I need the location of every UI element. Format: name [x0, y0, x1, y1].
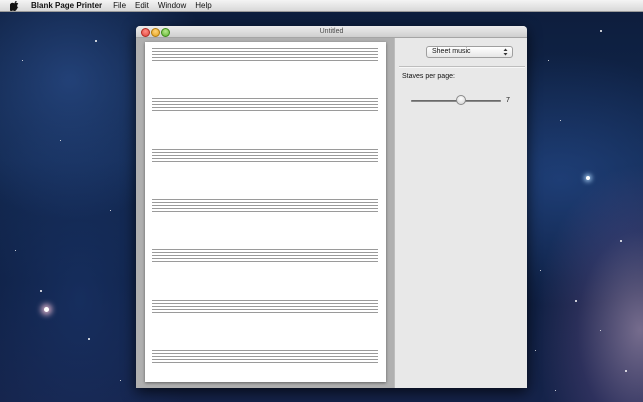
- staves-value: 7: [506, 97, 510, 104]
- staff-line: [152, 158, 378, 159]
- music-staff: [152, 350, 378, 363]
- staff-line: [152, 57, 378, 58]
- star: [600, 30, 602, 32]
- staff-line: [152, 101, 378, 102]
- star: [15, 250, 16, 251]
- staff-line: [152, 98, 378, 99]
- staff-line: [152, 110, 378, 111]
- staff-line: [152, 202, 378, 203]
- star: [120, 380, 121, 381]
- staff-line: [152, 205, 378, 206]
- star: [560, 120, 561, 121]
- staff-line: [152, 258, 378, 259]
- staff-line: [152, 208, 378, 209]
- staves-slider-knob[interactable]: [456, 95, 466, 105]
- staff-line: [152, 309, 378, 310]
- staff-line: [152, 149, 378, 150]
- star: [95, 40, 97, 42]
- star: [548, 60, 549, 61]
- music-staff: [152, 149, 378, 162]
- menu-help[interactable]: Help: [195, 0, 211, 11]
- star: [625, 370, 627, 372]
- staff-line: [152, 356, 378, 357]
- menu-bar: Blank Page Printer File Edit Window Help: [0, 0, 643, 12]
- staff-line: [152, 54, 378, 55]
- paper-sheet: [145, 42, 386, 382]
- staff-line: [152, 312, 378, 313]
- staff-line: [152, 104, 378, 105]
- staff-line: [152, 155, 378, 156]
- star: [600, 330, 601, 331]
- staff-line: [152, 362, 378, 363]
- star: [620, 240, 622, 242]
- menu-window[interactable]: Window: [158, 0, 186, 11]
- paper-type-value: Sheet music: [432, 48, 471, 55]
- staff-line: [152, 107, 378, 108]
- staff-line: [152, 252, 378, 253]
- music-staff: [152, 249, 378, 262]
- staff-line: [152, 303, 378, 304]
- music-staff: [152, 48, 378, 61]
- star: [540, 270, 541, 271]
- paper-type-popup[interactable]: Sheet music: [426, 46, 513, 58]
- menu-edit[interactable]: Edit: [135, 0, 149, 11]
- apple-menu-icon[interactable]: [10, 0, 19, 11]
- staff-line: [152, 255, 378, 256]
- panel-divider: [399, 66, 525, 68]
- page-preview: [136, 38, 394, 388]
- staff-line: [152, 359, 378, 360]
- staff-line: [152, 211, 378, 212]
- star: [40, 290, 42, 292]
- window-title: Untitled: [319, 28, 344, 35]
- staves-per-page-label: Staves per page:: [402, 73, 455, 80]
- staff-line: [152, 350, 378, 351]
- star: [60, 140, 61, 141]
- music-staff: [152, 199, 378, 212]
- star: [44, 307, 49, 312]
- staff-line: [152, 300, 378, 301]
- star: [535, 350, 536, 351]
- staff-line: [152, 60, 378, 61]
- star: [555, 390, 556, 391]
- staff-line: [152, 48, 378, 49]
- music-staff: [152, 98, 378, 111]
- star: [110, 210, 111, 211]
- star: [88, 338, 90, 340]
- title-bar[interactable]: Untitled: [136, 26, 527, 38]
- staff-line: [152, 353, 378, 354]
- options-panel: Sheet music Staves per page: 7: [394, 38, 527, 388]
- staff-line: [152, 152, 378, 153]
- staff-line: [152, 161, 378, 162]
- staff-line: [152, 261, 378, 262]
- star: [575, 300, 577, 302]
- staff-line: [152, 306, 378, 307]
- star: [586, 176, 590, 180]
- menu-file[interactable]: File: [113, 0, 126, 11]
- staff-line: [152, 51, 378, 52]
- document-window: Untitled Sheet music Staves per page: 7: [136, 26, 527, 388]
- star: [22, 60, 23, 61]
- music-staff: [152, 300, 378, 313]
- popup-arrows-icon: [503, 48, 508, 56]
- app-menu[interactable]: Blank Page Printer: [31, 0, 102, 11]
- staff-line: [152, 249, 378, 250]
- staff-line: [152, 199, 378, 200]
